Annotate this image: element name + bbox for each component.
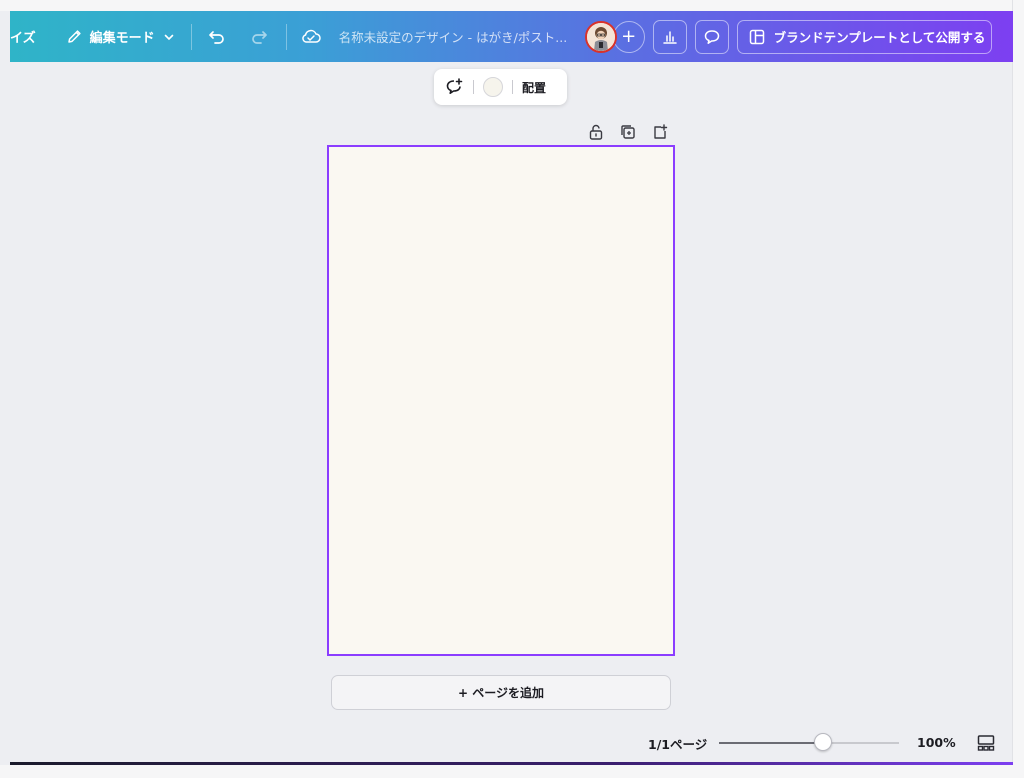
comment-plus-icon bbox=[446, 78, 463, 94]
document-title[interactable]: 名称未設定のデザイン - はがき/ポスト... bbox=[339, 27, 571, 46]
add-collaborator-button[interactable]: + bbox=[612, 20, 645, 53]
undo-icon bbox=[208, 30, 224, 44]
comment-icon bbox=[704, 29, 719, 44]
edit-mode-label: 編集モード bbox=[89, 31, 155, 46]
arrange-button[interactable]: 配置 bbox=[522, 79, 546, 96]
comments-button[interactable] bbox=[694, 19, 729, 54]
insights-button[interactable] bbox=[652, 19, 687, 54]
pencil-icon bbox=[66, 28, 83, 45]
duplicate-page-button[interactable] bbox=[618, 122, 638, 142]
lock-page-button[interactable] bbox=[586, 122, 606, 142]
publish-label: ブランドテンプレートとして公開する bbox=[773, 30, 986, 45]
duplicate-icon bbox=[621, 125, 635, 139]
cloud-check-icon bbox=[301, 29, 321, 43]
divider bbox=[473, 80, 474, 94]
design-canvas[interactable] bbox=[327, 145, 675, 656]
window-top-strip bbox=[0, 0, 1024, 11]
resize-menu[interactable]: イズ bbox=[10, 27, 36, 46]
magic-comment-button[interactable] bbox=[444, 77, 464, 97]
grid-view-button[interactable] bbox=[976, 733, 996, 753]
cloud-saved-button[interactable] bbox=[297, 23, 325, 51]
divider bbox=[285, 23, 287, 50]
undo-button[interactable] bbox=[202, 22, 232, 52]
editor-header: イズ 編集モード 名称未設定のデザイン - はがき/ポスト... + ブランドテ… bbox=[10, 11, 1013, 62]
lock-open-icon bbox=[589, 124, 603, 140]
zoom-slider-fill bbox=[719, 742, 824, 744]
chevron-down-icon bbox=[163, 31, 175, 43]
redo-button[interactable] bbox=[244, 22, 274, 52]
zoom-level-label[interactable]: 100% bbox=[917, 735, 956, 750]
page-tools bbox=[586, 122, 670, 142]
add-page-icon-button[interactable] bbox=[650, 122, 670, 142]
grid-view-icon bbox=[977, 735, 995, 751]
divider bbox=[190, 23, 192, 50]
redo-icon bbox=[251, 30, 267, 44]
add-page-button[interactable]: + ページを追加 bbox=[331, 675, 671, 710]
template-icon bbox=[748, 28, 766, 46]
background-color-swatch[interactable] bbox=[483, 77, 503, 97]
window-right-edge bbox=[1012, 0, 1024, 778]
page-indicator[interactable]: 1/1ページ bbox=[648, 732, 707, 754]
resize-label: イズ bbox=[10, 31, 36, 46]
divider bbox=[512, 80, 513, 94]
bar-chart-icon bbox=[662, 30, 677, 44]
element-toolbar: 配置 bbox=[434, 69, 567, 105]
zoom-slider-track[interactable] bbox=[719, 742, 899, 744]
window-bottom-strip bbox=[0, 765, 1024, 778]
publish-brand-template-button[interactable]: ブランドテンプレートとして公開する bbox=[736, 19, 993, 54]
avatar[interactable] bbox=[584, 20, 617, 53]
add-page-icon bbox=[654, 124, 668, 139]
edit-mode-dropdown[interactable]: 編集モード bbox=[66, 27, 175, 46]
